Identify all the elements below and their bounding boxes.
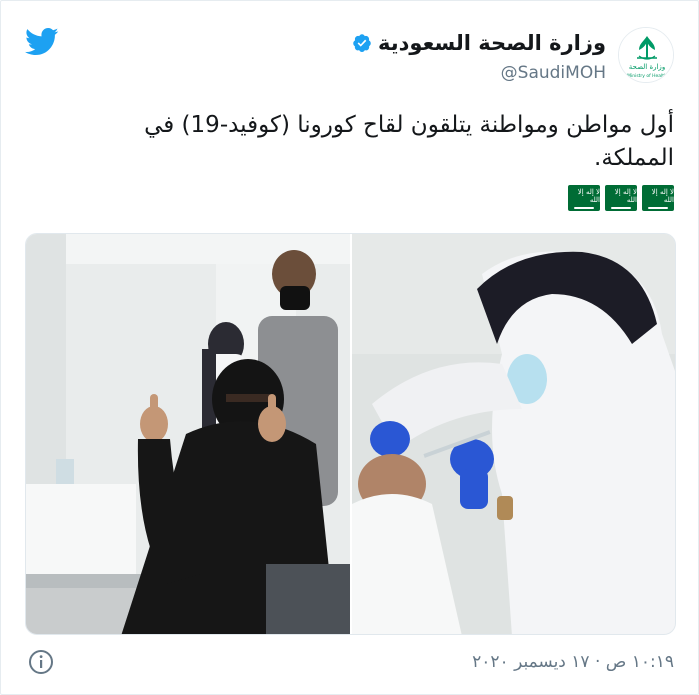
photo-vaccine-recipient-woman[interactable] bbox=[26, 234, 350, 634]
avatar[interactable]: وزارة الصحة Ministry of Health bbox=[618, 27, 674, 83]
author-name-row[interactable]: وزارة الصحة السعودية bbox=[352, 31, 606, 55]
saudi-flag-icon: لا إله إلا الله bbox=[605, 185, 638, 211]
photo-vaccine-injection[interactable] bbox=[352, 234, 675, 634]
tweet-text: أول مواطن ومواطنة يتلقون لقاح كورونا (كو… bbox=[144, 112, 674, 171]
flag-emoji-row: لا إله إلا الله لا إله إلا الله لا إله إ… bbox=[568, 185, 675, 211]
saudi-flag-icon: لا إله إلا الله bbox=[642, 185, 675, 211]
info-icon[interactable] bbox=[28, 649, 54, 675]
author-handle[interactable]: @SaudiMOH bbox=[501, 63, 606, 83]
avatar-label-en: Ministry of Health bbox=[627, 73, 667, 79]
twitter-bird-icon[interactable] bbox=[25, 27, 59, 57]
tweet-card: وزارة الصحة Ministry of Health وزارة الص… bbox=[0, 0, 699, 695]
avatar-label-ar: وزارة الصحة bbox=[629, 63, 665, 71]
display-name[interactable]: وزارة الصحة السعودية bbox=[378, 31, 606, 55]
saudi-flag-icon: لا إله إلا الله bbox=[568, 185, 601, 211]
tweet-timestamp[interactable]: ١٠:١٩ ص · ١٧ ديسمبر ٢٠٢٠ bbox=[472, 652, 674, 672]
tweet-media[interactable] bbox=[25, 233, 676, 635]
verified-badge-icon bbox=[353, 34, 371, 52]
